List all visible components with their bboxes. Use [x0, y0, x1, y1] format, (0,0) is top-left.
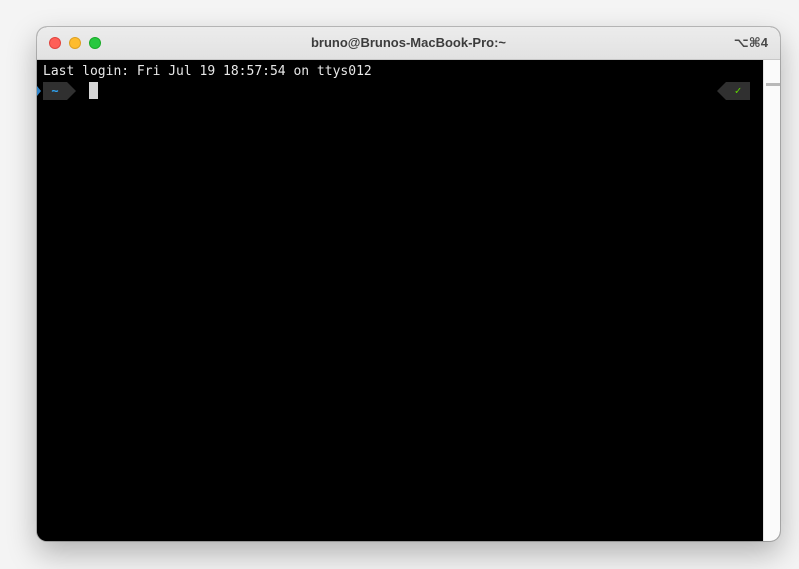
prompt-arrow-icon	[67, 82, 76, 100]
status-arrow-icon	[717, 82, 726, 100]
window-shortcut: ⌥⌘4	[733, 35, 768, 50]
prompt-marker-icon	[37, 86, 41, 96]
scrollbar-thumb[interactable]	[766, 83, 780, 86]
title-bar[interactable]: bruno@Brunos-MacBook-Pro:~ ⌥⌘4	[37, 27, 780, 60]
terminal-window: bruno@Brunos-MacBook-Pro:~ ⌥⌘4 Last logi…	[37, 27, 780, 541]
prompt-directory: ~	[43, 82, 67, 100]
last-login-line: Last login: Fri Jul 19 18:57:54 on ttys0…	[43, 64, 372, 79]
window-title: bruno@Brunos-MacBook-Pro:~	[310, 35, 507, 50]
status-check-icon: ✓	[726, 82, 750, 100]
prompt-line: ~ ✓	[37, 81, 764, 101]
text-cursor	[89, 82, 98, 99]
scrollbar[interactable]	[763, 60, 780, 541]
terminal-content[interactable]: Last login: Fri Jul 19 18:57:54 on ttys0…	[37, 60, 764, 541]
